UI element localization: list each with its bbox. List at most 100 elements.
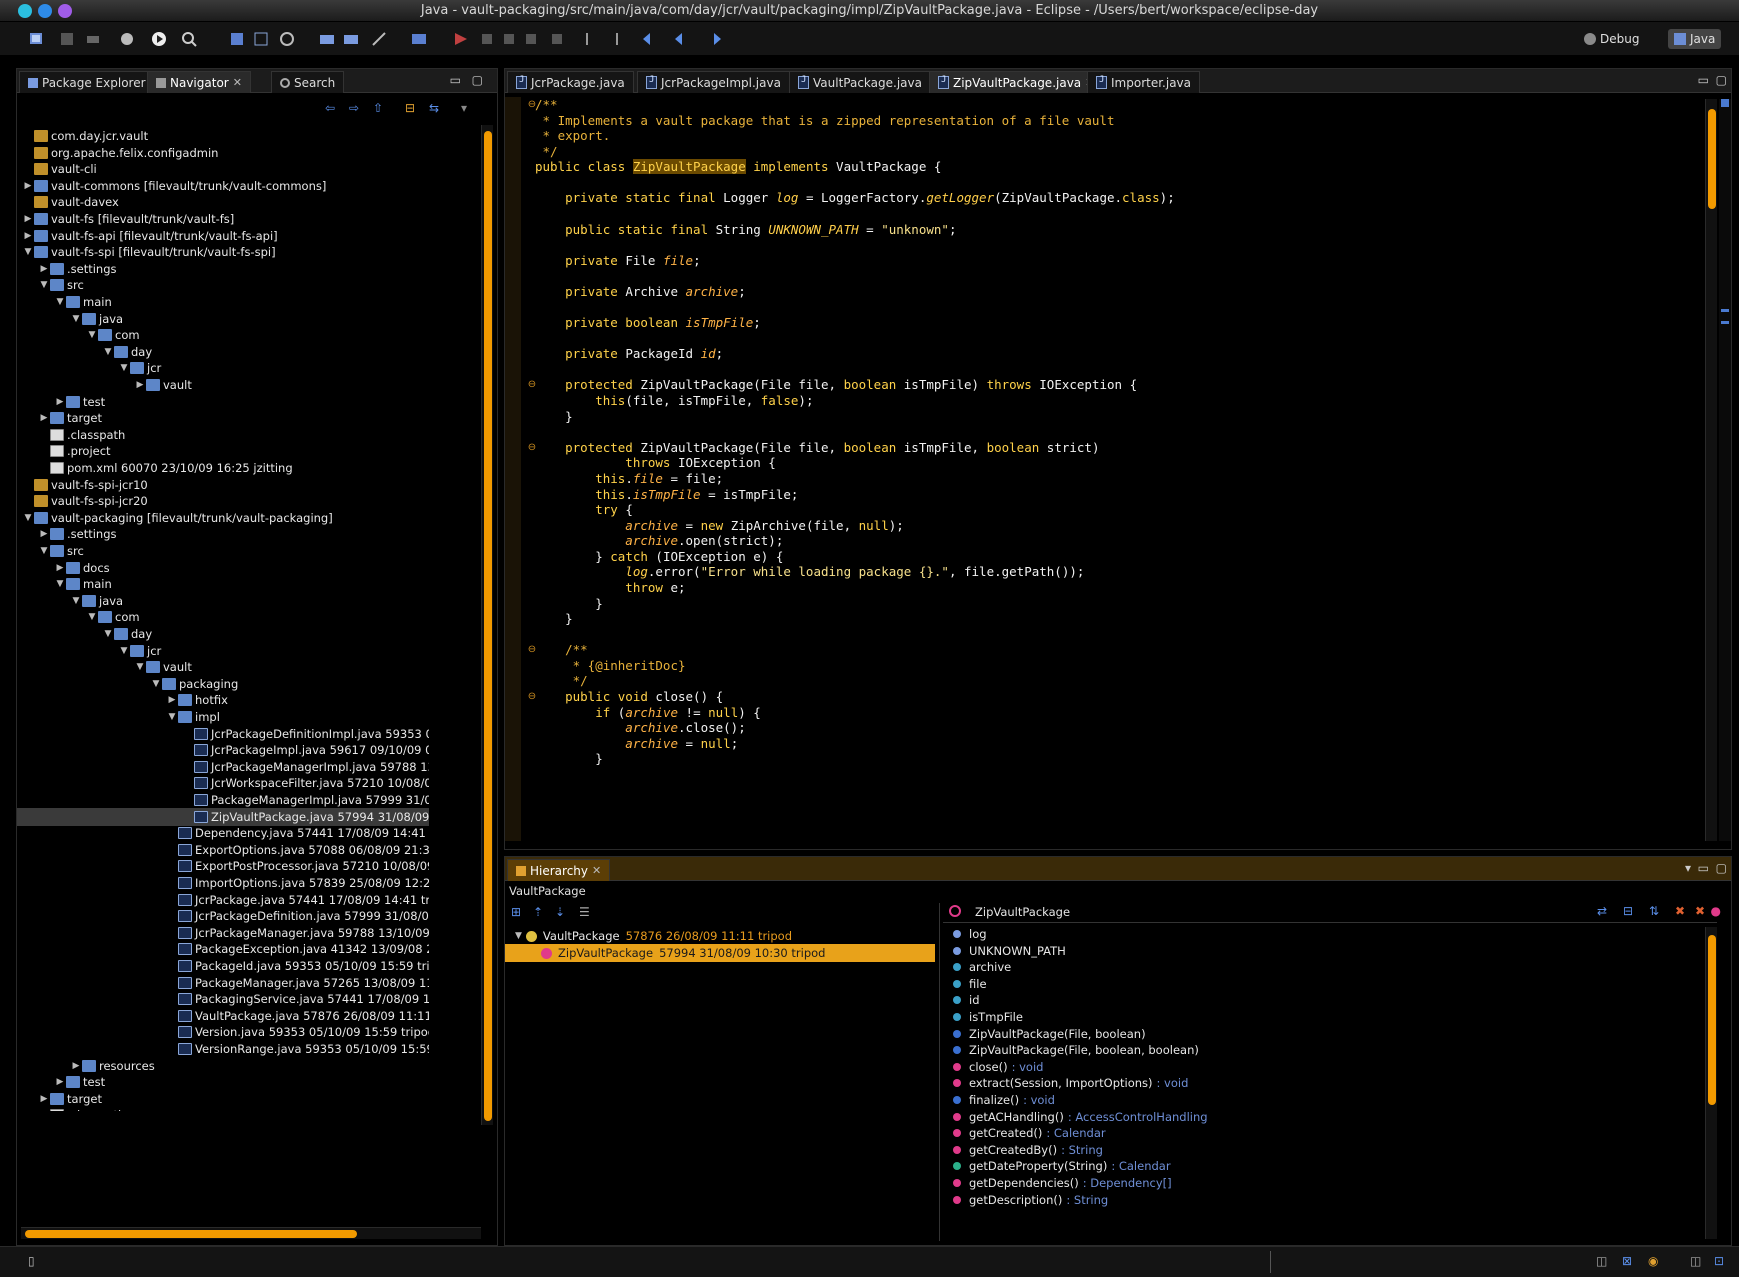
up-icon[interactable]: ⇧ <box>373 101 383 115</box>
maximize-view-icon[interactable]: ▢ <box>472 73 483 87</box>
expand-toggle-icon[interactable]: ▼ <box>119 642 129 660</box>
tree-item[interactable]: Dependency.java 57441 17/08/09 14:41 tri… <box>167 824 429 842</box>
view-menu-icon[interactable]: ▾ <box>1685 861 1691 875</box>
maximize-view-icon[interactable]: ▢ <box>1716 861 1727 875</box>
tree-item[interactable]: JcrPackageManagerImpl.java 59788 13/10 <box>183 758 429 776</box>
tree-item[interactable]: ▼ com <box>87 326 140 344</box>
member-item[interactable]: getDependencies(): Dependency[] <box>953 1174 1172 1192</box>
expand-toggle-icon[interactable]: ▼ <box>71 592 81 610</box>
expand-toggle-icon[interactable]: ▶ <box>39 1090 49 1108</box>
whitespace-icon[interactable] <box>548 30 566 48</box>
hide-fields-icon[interactable]: ✖ <box>1675 904 1685 918</box>
tree-item[interactable]: ▶ .settings <box>39 260 117 278</box>
minimize-view-icon[interactable]: ▭ <box>450 73 461 87</box>
editor-tab[interactable]: VaultPackage.java <box>789 71 931 93</box>
editor-tab[interactable]: JcrPackageImpl.java <box>637 71 790 93</box>
open-type-icon[interactable] <box>228 30 246 48</box>
expand-toggle-icon[interactable]: ▶ <box>55 1073 65 1091</box>
expand-toggle-icon[interactable]: ▼ <box>135 658 145 676</box>
expand-toggle-icon[interactable]: ▶ <box>39 260 49 278</box>
member-item[interactable]: getDateProperty(String): Calendar <box>953 1157 1171 1175</box>
member-item[interactable]: isTmpFile <box>953 1008 1027 1026</box>
tree-item[interactable]: ▼ src <box>39 542 84 560</box>
tree-item[interactable]: VersionRange.java 59353 05/10/09 15:59 t… <box>167 1040 429 1058</box>
svn-icon[interactable]: ◫ <box>1596 1254 1607 1268</box>
tree-item[interactable]: ▼ java <box>71 592 124 610</box>
tree-item[interactable]: JcrPackageImpl.java 59617 09/10/09 01:2 <box>183 741 429 759</box>
tree-item[interactable]: JcrPackageDefinitionImpl.java 59353 05/1 <box>183 725 429 743</box>
forward-icon[interactable] <box>706 30 724 48</box>
tree-item[interactable]: ▼ java <box>71 310 124 328</box>
members-vscrollbar[interactable] <box>1705 927 1717 1239</box>
run-icon[interactable] <box>150 30 168 48</box>
progress-icon[interactable]: ◉ <box>1648 1254 1658 1268</box>
save-icon[interactable] <box>58 30 76 48</box>
tree-item[interactable]: ▼ jcr <box>119 359 162 377</box>
tree-item[interactable]: ▶ .settings <box>39 525 117 543</box>
block-selection-icon[interactable] <box>522 30 540 48</box>
navigator-hscroll-thumb[interactable] <box>25 1230 357 1238</box>
close-icon[interactable]: ✕ <box>592 864 601 877</box>
member-item[interactable]: archive <box>953 958 1015 976</box>
tree-item[interactable]: ExportPostProcessor.java 57210 10/08/09 … <box>167 857 429 875</box>
maximize-editor-icon[interactable]: ▢ <box>1716 73 1727 87</box>
member-item[interactable]: ZipVaultPackage(File, boolean, boolean) <box>953 1041 1203 1059</box>
folder-icon[interactable] <box>318 30 336 48</box>
hierarchy-splitter[interactable] <box>939 903 940 1241</box>
tree-item[interactable]: ▼ vault-fs-spi [filevault/trunk/vault-fs-… <box>23 243 276 261</box>
lock-icon[interactable]: ⊡ <box>1714 1254 1724 1268</box>
expand-toggle-icon[interactable]: ▶ <box>55 393 65 411</box>
navigator-vscroll-thumb[interactable] <box>484 131 492 1121</box>
members-vscroll-thumb[interactable] <box>1708 935 1716 1105</box>
new-icon[interactable] <box>28 30 46 48</box>
member-item[interactable]: ZipVaultPackage(File, boolean) <box>953 1025 1150 1043</box>
member-item[interactable]: extract(Session, ImportOptions): void <box>953 1074 1188 1092</box>
forward-icon[interactable]: ⇨ <box>349 101 359 115</box>
expand-toggle-icon[interactable]: ▶ <box>39 409 49 427</box>
link-with-editor-icon[interactable]: ⇆ <box>429 101 439 115</box>
hide-static-icon[interactable]: ✖ <box>1695 904 1705 918</box>
view-menu-icon[interactable]: ▾ <box>461 101 467 115</box>
tree-item[interactable]: ExportOptions.java 57088 06/08/09 21:32 … <box>167 841 429 859</box>
tree-item[interactable]: ▼ day <box>103 625 153 643</box>
supertype-hierarchy-icon[interactable]: ⇡ <box>533 905 543 919</box>
expand-toggle-icon[interactable]: ▼ <box>87 608 97 626</box>
tree-item[interactable]: .classpath <box>39 1106 125 1111</box>
window-icon[interactable] <box>410 30 428 48</box>
expand-toggle-icon[interactable]: ▶ <box>39 525 49 543</box>
editor-code-area[interactable]: /** * Implements a vault package that is… <box>535 97 1705 841</box>
member-item[interactable]: UNKNOWN_PATH <box>953 942 1070 960</box>
toggle-mark-icon[interactable] <box>500 30 518 48</box>
history-icon[interactable]: ☰ <box>579 905 590 919</box>
tree-item[interactable]: ▼ packaging <box>151 675 239 693</box>
member-item[interactable]: file <box>953 975 991 993</box>
hierarchy-type-item[interactable]: ZipVaultPackage 57994 31/08/09 10:30 trip… <box>505 944 935 962</box>
tree-item[interactable]: ▼ com <box>87 608 140 626</box>
member-item[interactable]: getCreatedBy(): String <box>953 1141 1103 1159</box>
tree-item[interactable]: pom.xml 60070 23/10/09 16:25 jzitting <box>39 459 293 477</box>
search-icon[interactable] <box>180 30 198 48</box>
expand-toggle-icon[interactable]: ▼ <box>55 293 65 311</box>
expand-toggle-icon[interactable]: ▼ <box>119 359 129 377</box>
collapse-all-icon[interactable]: ⊟ <box>405 101 415 115</box>
expand-toggle-icon[interactable]: ▼ <box>151 675 161 693</box>
tree-item[interactable]: vault-davex <box>23 193 119 211</box>
tree-item[interactable]: .project <box>39 442 111 460</box>
tree-item[interactable]: ▼ main <box>55 293 112 311</box>
editor-vscrollbar[interactable] <box>1705 99 1717 841</box>
tree-item[interactable]: ▶ docs <box>55 559 110 577</box>
sort-members-icon[interactable]: ⇅ <box>1649 904 1659 918</box>
tree-item[interactable]: org.apache.felix.configadmin <box>23 144 218 162</box>
tab-hierarchy[interactable]: Hierarchy ✕ <box>507 859 611 881</box>
expand-toggle-icon[interactable]: ▼ <box>39 276 49 294</box>
expand-toggle-icon[interactable]: ▶ <box>23 210 33 228</box>
tree-item[interactable]: ▶ vault-fs-api [filevault/trunk/vault-fs-… <box>23 227 278 245</box>
expand-toggle-icon[interactable]: ▼ <box>23 243 33 261</box>
tree-item[interactable]: vault-fs-spi-jcr10 <box>23 476 148 494</box>
grid-icon[interactable] <box>252 30 270 48</box>
expand-toggle-icon[interactable]: ▼ <box>87 326 97 344</box>
tree-item[interactable]: vault-fs-spi-jcr20 <box>23 492 148 510</box>
expand-toggle-icon[interactable]: ▶ <box>23 177 33 195</box>
member-item[interactable]: getCreated(): Calendar <box>953 1124 1106 1142</box>
tree-item[interactable]: ▼ day <box>103 343 153 361</box>
